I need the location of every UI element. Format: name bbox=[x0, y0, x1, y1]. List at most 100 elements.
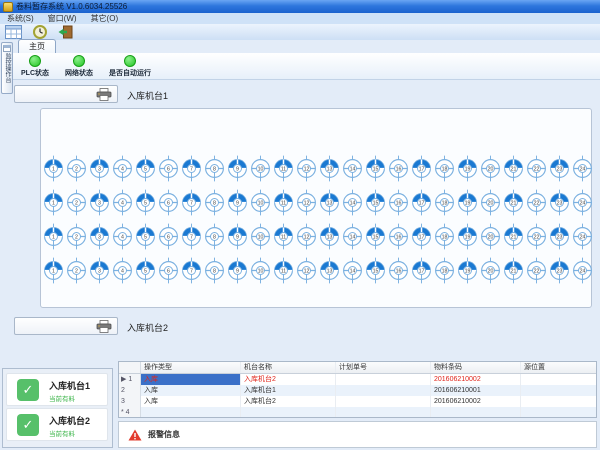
reel-icon-7: 7 bbox=[181, 257, 202, 284]
reel-icon-18: 18 bbox=[434, 223, 455, 250]
machine-card: ✓入库机台2当前有料 bbox=[6, 408, 108, 441]
printer-icon bbox=[96, 88, 112, 101]
reel-icon-8: 8 bbox=[204, 155, 225, 182]
svg-text:4: 4 bbox=[121, 166, 124, 172]
reel-icon-4: 4 bbox=[112, 257, 133, 284]
menu-item-1[interactable]: 系统(S) bbox=[0, 13, 41, 24]
reel-icon-5: 5 bbox=[135, 223, 156, 250]
reel-icon-13: 13 bbox=[319, 189, 340, 216]
reel-icon-20: 20 bbox=[480, 155, 501, 182]
reel-icon-18: 18 bbox=[434, 155, 455, 182]
machine-card: ✓入库机台1当前有料 bbox=[6, 373, 108, 406]
svg-text:10: 10 bbox=[258, 268, 264, 274]
reel-icon-7: 7 bbox=[181, 155, 202, 182]
reel-icon-23: 23 bbox=[549, 223, 570, 250]
reel-icon-5: 5 bbox=[135, 257, 156, 284]
reel-icon-12: 12 bbox=[296, 257, 317, 284]
card-title: 入库机台2 bbox=[49, 414, 90, 427]
table-row[interactable]: 2入库入库机台1201606210001 bbox=[119, 385, 596, 396]
svg-text:10: 10 bbox=[258, 200, 264, 206]
print-button-machine2[interactable] bbox=[14, 317, 118, 335]
reel-icon-6: 6 bbox=[158, 189, 179, 216]
table-cell bbox=[141, 407, 241, 418]
column-header[interactable]: 物料条码 bbox=[431, 362, 521, 373]
reel-icon-19: 19 bbox=[457, 189, 478, 216]
card-status: 当前有料 bbox=[49, 428, 75, 438]
svg-text:18: 18 bbox=[442, 234, 448, 240]
svg-text:16: 16 bbox=[396, 268, 402, 274]
reel-icon-21: 21 bbox=[503, 155, 524, 182]
task-grid: 操作类型机台名称计划单号物料条码源位置▶ 1入库入库机台220160621000… bbox=[118, 361, 597, 418]
menu-bar: 系统(S)窗口(W)其它(O) bbox=[0, 13, 600, 24]
reel-icon-14: 14 bbox=[342, 155, 363, 182]
print-button-machine1[interactable] bbox=[14, 85, 118, 103]
svg-text:24: 24 bbox=[580, 268, 586, 274]
svg-text:17: 17 bbox=[419, 234, 425, 240]
svg-text:10: 10 bbox=[258, 166, 264, 172]
exit-toolbar-button[interactable] bbox=[56, 25, 75, 40]
reel-icon-22: 22 bbox=[526, 223, 547, 250]
table-row[interactable]: * 4 bbox=[119, 407, 596, 418]
status-indicator-3: 是否自动运行 bbox=[109, 55, 151, 78]
menu-item-3[interactable]: 其它(O) bbox=[84, 13, 126, 24]
svg-text:6: 6 bbox=[167, 234, 170, 240]
reel-icon-14: 14 bbox=[342, 189, 363, 216]
reel-icon-1: 1 bbox=[43, 257, 64, 284]
svg-text:7: 7 bbox=[190, 166, 193, 172]
reel-icon-6: 6 bbox=[158, 257, 179, 284]
reel-icon-2: 2 bbox=[66, 155, 87, 182]
reel-icon-16: 16 bbox=[388, 257, 409, 284]
menu-item-2[interactable]: 窗口(W) bbox=[41, 13, 84, 24]
table-cell: 入库机台2 bbox=[241, 396, 336, 407]
calendar-toolbar-button[interactable] bbox=[4, 25, 23, 40]
column-header[interactable]: 机台名称 bbox=[241, 362, 336, 373]
table-cell: 入库机台2 bbox=[241, 374, 336, 385]
reel-icon-10: 10 bbox=[250, 257, 271, 284]
reel-icon-16: 16 bbox=[388, 155, 409, 182]
svg-text:10: 10 bbox=[258, 234, 264, 240]
svg-text:5: 5 bbox=[144, 268, 147, 274]
table-row[interactable]: ▶ 1入库入库机台2201606210002 bbox=[119, 374, 596, 385]
reel-icon-21: 21 bbox=[503, 223, 524, 250]
column-header[interactable]: 操作类型 bbox=[141, 362, 241, 373]
reel-row-3: 123456789101112131415161718192021222324 bbox=[43, 223, 593, 250]
column-header[interactable]: 源位置 bbox=[521, 362, 596, 373]
reel-icon-16: 16 bbox=[388, 223, 409, 250]
reel-icon-12: 12 bbox=[296, 189, 317, 216]
svg-text:1: 1 bbox=[52, 166, 55, 172]
svg-text:13: 13 bbox=[327, 268, 333, 274]
svg-text:3: 3 bbox=[98, 268, 101, 274]
svg-text:5: 5 bbox=[144, 200, 147, 206]
reel-icon-11: 11 bbox=[273, 189, 294, 216]
side-panel-tab[interactable]: 监控操作台 bbox=[1, 42, 13, 94]
svg-text:12: 12 bbox=[304, 166, 310, 172]
reel-icon-5: 5 bbox=[135, 155, 156, 182]
clock-toolbar-button[interactable] bbox=[30, 25, 49, 40]
reel-icon-1: 1 bbox=[43, 189, 64, 216]
svg-text:6: 6 bbox=[167, 166, 170, 172]
window-title: 卷料暂存系统 V1.0.6034.25526 bbox=[16, 1, 127, 12]
column-header[interactable]: 计划单号 bbox=[336, 362, 431, 373]
reel-icon-23: 23 bbox=[549, 189, 570, 216]
tab-home[interactable]: 主页 bbox=[18, 39, 56, 53]
reel-icon-13: 13 bbox=[319, 155, 340, 182]
table-row[interactable]: 3入库入库机台2201606210002 bbox=[119, 396, 596, 407]
svg-text:21: 21 bbox=[511, 200, 517, 206]
reel-icon-20: 20 bbox=[480, 223, 501, 250]
reel-icon-11: 11 bbox=[273, 257, 294, 284]
svg-text:14: 14 bbox=[350, 234, 356, 240]
reel-icon-22: 22 bbox=[526, 155, 547, 182]
reel-icon-22: 22 bbox=[526, 257, 547, 284]
reel-icon-19: 19 bbox=[457, 223, 478, 250]
svg-text:22: 22 bbox=[534, 234, 540, 240]
reel-icon-4: 4 bbox=[112, 189, 133, 216]
svg-text:23: 23 bbox=[557, 200, 563, 206]
table-cell bbox=[336, 374, 431, 385]
reel-icon-6: 6 bbox=[158, 223, 179, 250]
reel-icon-21: 21 bbox=[503, 189, 524, 216]
svg-text:5: 5 bbox=[144, 234, 147, 240]
svg-text:9: 9 bbox=[236, 268, 239, 274]
svg-text:8: 8 bbox=[213, 166, 216, 172]
reel-icon-3: 3 bbox=[89, 189, 110, 216]
reel-icon-10: 10 bbox=[250, 155, 271, 182]
